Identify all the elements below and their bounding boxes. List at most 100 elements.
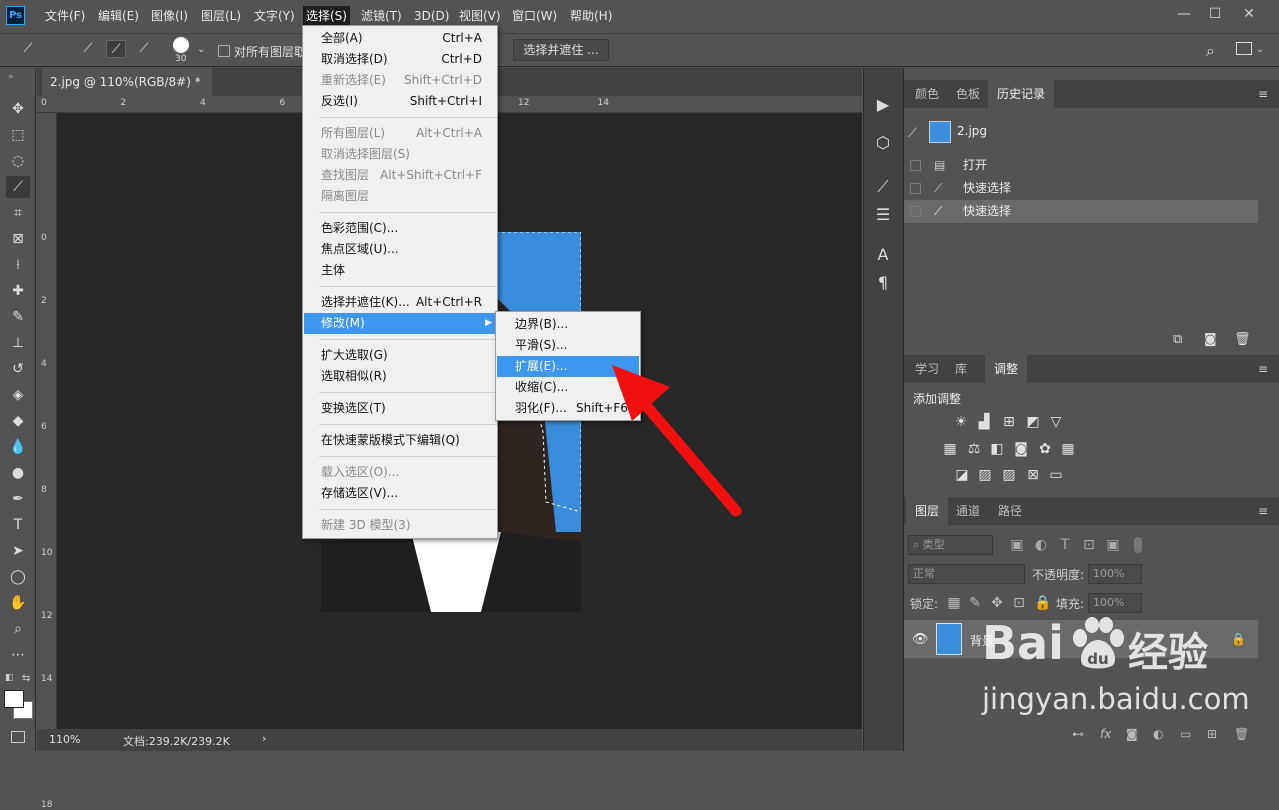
link-layers-icon[interactable]: ⊷ <box>1072 727 1084 741</box>
ellipse-tool-icon[interactable]: ◯ <box>6 566 30 588</box>
modify-submenu-item[interactable]: 边界(B)... <box>497 314 639 335</box>
play-action-icon[interactable]: ▶ <box>868 92 898 118</box>
menu-4[interactable]: 图层(L) <box>198 0 244 32</box>
select-menu-item[interactable]: 载入选区(O)... <box>304 462 496 483</box>
layer-style-icon[interactable]: fx <box>1100 727 1111 741</box>
tab-paths[interactable]: 路径 <box>989 497 1031 525</box>
lock-transparent-icon[interactable]: ▦ <box>945 595 963 611</box>
panel-menu-icon[interactable]: ≡ <box>1258 363 1270 375</box>
paint-bucket-tool-icon[interactable]: ◆ <box>6 410 30 432</box>
select-menu-item[interactable]: 隔离图层 <box>304 186 496 207</box>
select-menu-item[interactable]: 扩大选取(G) <box>304 345 496 366</box>
lock-artboard-icon[interactable]: ⊡ <box>1010 595 1028 611</box>
select-menu-item[interactable]: 焦点区域(U)... <box>304 239 496 260</box>
brightness-icon[interactable]: ☀ <box>952 414 970 430</box>
brush-dropdown-icon[interactable]: ⌄ <box>197 44 205 55</box>
zoom-level[interactable]: 110% <box>49 733 80 746</box>
visibility-eye-icon[interactable]: 👁 <box>912 632 929 647</box>
maximize-icon[interactable]: ☐ <box>1207 6 1223 22</box>
move-tool-icon[interactable]: ✥ <box>6 98 30 120</box>
lock-image-icon[interactable]: ✎ <box>966 595 984 611</box>
select-menu-item[interactable]: 色彩范围(C)... <box>304 218 496 239</box>
tab-channels[interactable]: 通道 <box>947 497 989 525</box>
tab-swatches[interactable]: 色板 <box>947 80 989 108</box>
select-menu-item[interactable]: 取消选择图层(S) <box>304 144 496 165</box>
search-icon[interactable]: ⌕ <box>1206 41 1215 61</box>
frame-tool-icon[interactable]: ⊠ <box>6 228 30 250</box>
exposure-icon[interactable]: ◩ <box>1024 414 1042 430</box>
workspace-icon[interactable] <box>1236 42 1252 55</box>
select-menu-item[interactable]: 取消选择(D) Ctrl+D <box>304 49 496 70</box>
invert-icon[interactable]: ◪ <box>953 467 971 483</box>
select-menu-item[interactable]: 存储选区(V)... <box>304 483 496 504</box>
color-balance-icon[interactable]: ⚖ <box>965 441 983 457</box>
tab-adjustments[interactable]: 调整 <box>985 355 1028 383</box>
gradient-map-icon[interactable]: ▭ <box>1047 467 1065 483</box>
snapshot-thumbnail[interactable] <box>929 121 951 143</box>
history-brush-source-icon[interactable]: ⟋ <box>908 126 917 141</box>
add-mask-icon[interactable]: ◙ <box>1126 727 1138 741</box>
paragraph-icon[interactable]: ¶ <box>868 270 898 296</box>
document-tab[interactable]: 2.jpg @ 110%(RGB/8#) * × <box>42 68 212 117</box>
panel-menu-icon[interactable]: ≡ <box>1258 505 1270 517</box>
tab-color[interactable]: 颜色 <box>906 80 948 108</box>
threshold-icon[interactable]: ▨ <box>1000 467 1018 483</box>
hand-tool-icon[interactable]: ✋ <box>6 592 30 614</box>
clone-stamp-tool-icon[interactable]: ⊥ <box>6 332 30 354</box>
posterize-icon[interactable]: ▨ <box>976 467 994 483</box>
swap-colors-icon[interactable]: ⇆ <box>22 673 30 684</box>
vibrance-icon[interactable]: ▽ <box>1047 414 1065 430</box>
hue-saturation-icon[interactable]: ▦ <box>941 441 959 457</box>
filter-adjustment-icon[interactable]: ◐ <box>1032 537 1050 553</box>
menu-11[interactable]: 帮助(H) <box>567 0 615 32</box>
quick-mask-icon[interactable] <box>11 731 25 743</box>
layer-thumbnail[interactable] <box>936 623 962 655</box>
black-white-icon[interactable]: ◧ <box>988 441 1006 457</box>
tab-libraries[interactable]: 库 <box>946 355 976 383</box>
pen-tool-icon[interactable]: ✒ <box>6 488 30 510</box>
layer-filter-select[interactable]: ⌕ 类型 <box>908 535 993 555</box>
marquee-tool-icon[interactable]: ⬚ <box>6 124 30 146</box>
photo-filter-icon[interactable]: ◙ <box>1012 441 1030 457</box>
blend-mode-select[interactable]: 正常 <box>908 564 1025 584</box>
add-to-selection-icon[interactable]: ⟋ <box>106 40 126 58</box>
brush-settings-icon[interactable]: ⟋ <box>868 174 898 200</box>
crop-tool-icon[interactable]: ⌗ <box>6 202 30 224</box>
history-state[interactable]: ⟋ 快速选择 <box>904 177 1258 200</box>
tab-learn[interactable]: 学习 <box>906 355 948 383</box>
blur-tool-icon[interactable]: 💧 <box>6 436 30 458</box>
select-menu-item[interactable]: 反选(I) Shift+Ctrl+I <box>304 91 496 112</box>
select-menu-item[interactable]: 选择并遮住(K)... Alt+Ctrl+R <box>304 292 496 313</box>
dodge-tool-icon[interactable]: ● <box>6 462 30 484</box>
menu-10[interactable]: 窗口(W) <box>509 0 560 32</box>
eraser-tool-icon[interactable]: ◈ <box>6 384 30 406</box>
levels-icon[interactable]: ▟ <box>975 414 993 430</box>
select-menu-item[interactable]: 选取相似(R) <box>304 366 496 387</box>
color-lookup-icon[interactable]: ▦ <box>1059 441 1077 457</box>
layer-name[interactable]: 背景 <box>970 632 994 649</box>
panel-menu-icon[interactable]: ≡ <box>1258 88 1270 100</box>
lock-position-icon[interactable]: ✥ <box>988 595 1006 611</box>
select-menu-item[interactable]: 重新选择(E) Shift+Ctrl+D <box>304 70 496 91</box>
type-tool-icon[interactable]: T <box>6 514 30 536</box>
workspace-dropdown-icon[interactable]: ⌄ <box>1256 44 1264 55</box>
curves-icon[interactable]: ⊞ <box>1000 414 1018 430</box>
select-menu-item[interactable]: 修改(M) ▶ <box>304 313 496 334</box>
trash-icon[interactable]: 🗑 <box>1234 332 1251 347</box>
select-menu-item[interactable]: 查找图层 Alt+Shift+Ctrl+F <box>304 165 496 186</box>
selective-color-icon[interactable]: ⊠ <box>1024 467 1042 483</box>
new-group-icon[interactable]: ▭ <box>1180 727 1191 741</box>
delete-layer-icon[interactable]: 🗑 <box>1234 727 1249 741</box>
sample-all-layers-checkbox[interactable] <box>218 45 230 57</box>
foreground-color-swatch[interactable] <box>4 690 24 708</box>
new-layer-icon[interactable]: ⊞ <box>1207 727 1217 741</box>
select-menu-item[interactable]: 主体 <box>304 260 496 281</box>
character-icon[interactable]: A <box>868 242 898 268</box>
lasso-tool-icon[interactable]: ◌ <box>6 150 30 172</box>
modify-submenu-item[interactable]: 平滑(S)... <box>497 335 639 356</box>
path-selection-tool-icon[interactable]: ➤ <box>6 540 30 562</box>
brush-preview-icon[interactable] <box>173 37 189 53</box>
lock-all-icon[interactable]: 🔒 <box>1034 595 1052 611</box>
select-and-mask-button[interactable]: 选择并遮住 ... <box>513 39 609 61</box>
select-menu-item[interactable]: 全部(A) Ctrl+A <box>304 28 496 49</box>
